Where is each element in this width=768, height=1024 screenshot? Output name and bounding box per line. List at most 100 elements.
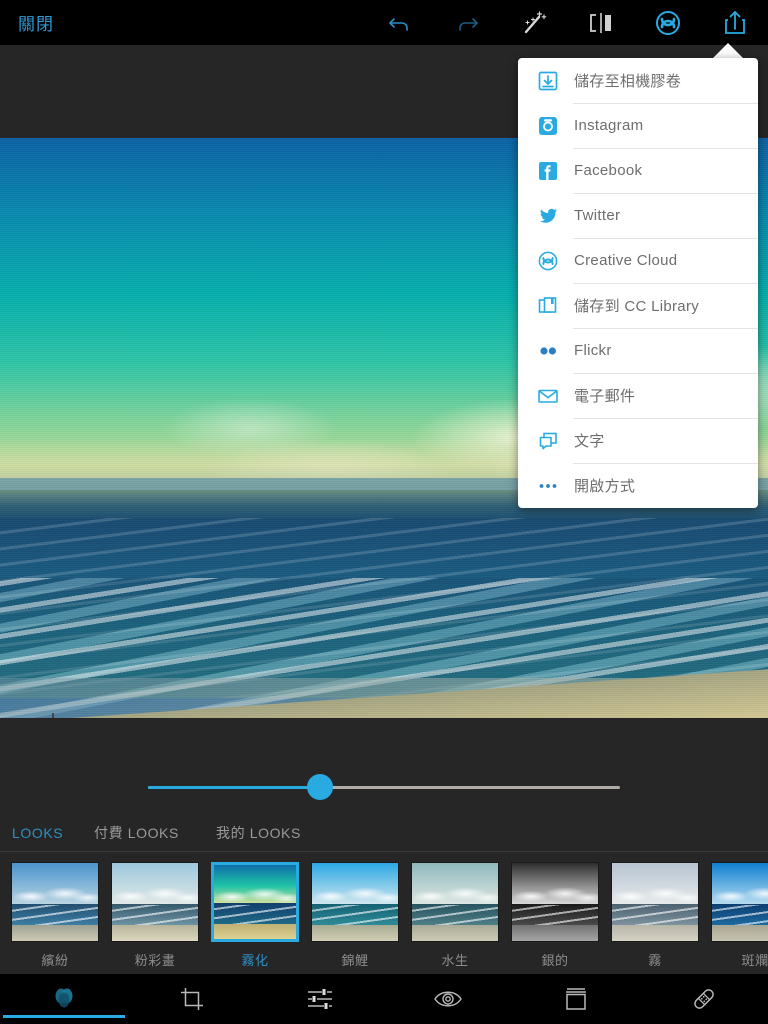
instagram-icon <box>536 114 574 138</box>
slider-area <box>0 718 768 816</box>
compare-button[interactable] <box>567 0 634 45</box>
menu-item-cc-library[interactable]: 儲存到 CC Library <box>518 283 758 328</box>
look-thumb-6[interactable]: 霧 <box>611 862 699 969</box>
facebook-icon <box>536 159 574 183</box>
look-foam <box>112 905 198 927</box>
undo-button[interactable] <box>366 0 433 45</box>
look-sand <box>12 925 98 941</box>
look-label: 水生 <box>441 953 469 968</box>
bottom-tab-looks[interactable] <box>0 974 128 1024</box>
cc-library-icon <box>536 294 574 318</box>
photo-editor-app: 關閉 儲存至相機膠卷 Instagram Facebook Twitter Cr… <box>0 0 768 1024</box>
share-icon <box>724 10 745 34</box>
creative-cloud-icon <box>536 249 574 273</box>
menu-item-facebook[interactable]: Facebook <box>518 148 758 193</box>
look-thumb-2[interactable]: 霧化 <box>211 862 299 969</box>
menu-item-save-to-camera-roll[interactable]: 儲存至相機膠卷 <box>518 58 758 103</box>
more-icon <box>536 474 574 498</box>
look-label: 霧化 <box>241 953 269 968</box>
menu-item-creative-cloud[interactable]: Creative Cloud <box>518 238 758 283</box>
look-clouds <box>712 886 768 906</box>
look-foam <box>312 905 398 927</box>
look-label: 斑斕 <box>741 953 768 968</box>
creative-cloud-icon <box>655 10 680 35</box>
menu-item-instagram[interactable]: Instagram <box>518 103 758 148</box>
eye-selective-icon <box>434 991 462 1007</box>
menu-item-message[interactable]: 文字 <box>518 418 758 463</box>
redo-icon <box>458 17 478 31</box>
look-sand <box>412 925 498 941</box>
creative-cloud-button[interactable] <box>634 0 701 45</box>
look-preview <box>611 862 699 942</box>
close-button[interactable]: 關閉 <box>12 0 60 45</box>
share-menu: 儲存至相機膠卷 Instagram Facebook Twitter Creat… <box>518 58 758 508</box>
look-clouds <box>512 886 598 906</box>
tab-looks[interactable]: LOOKS <box>12 816 63 849</box>
look-thumb-7[interactable]: 斑斕 <box>711 862 768 969</box>
twitter-icon <box>536 204 574 228</box>
bottom-tab-adjust[interactable] <box>256 974 384 1024</box>
frame-icon <box>566 988 586 1010</box>
bottom-tab-crop[interactable] <box>128 974 256 1024</box>
look-foam <box>512 905 598 927</box>
looks-tab-bar: LOOKS 付費 LOOKS 我的 LOOKS <box>0 816 768 849</box>
look-label: 粉彩畫 <box>134 953 176 968</box>
menu-item-label: Twitter <box>574 207 621 224</box>
heal-bandage-icon <box>694 989 714 1009</box>
look-thumb-4[interactable]: 水生 <box>411 862 499 969</box>
looks-icon <box>55 988 73 1008</box>
look-clouds <box>312 886 398 906</box>
look-label: 繽紛 <box>41 953 69 968</box>
look-thumb-3[interactable]: 錦鯉 <box>311 862 399 969</box>
look-thumb-5[interactable]: 銀的 <box>511 862 599 969</box>
intensity-slider-fill <box>148 786 320 789</box>
menu-item-flickr[interactable]: Flickr <box>518 328 758 373</box>
look-sand <box>214 924 296 939</box>
look-foam <box>712 905 768 927</box>
looks-thumbnail-strip[interactable]: 繽紛 粉彩畫 霧化 錦鯉 水生 銀的 霧 斑斕 <box>0 852 768 974</box>
bottom-toolbar <box>0 974 768 1024</box>
share-button[interactable] <box>701 0 768 45</box>
crop-icon <box>181 988 203 1010</box>
look-foam <box>12 905 98 927</box>
look-preview <box>411 862 499 942</box>
menu-item-open-with[interactable]: 開啟方式 <box>518 463 758 508</box>
menu-item-label: 儲存至相機膠卷 <box>574 73 682 90</box>
look-preview <box>511 862 599 942</box>
menu-item-label: 開啟方式 <box>574 478 636 495</box>
look-foam <box>612 905 698 927</box>
redo-button[interactable] <box>433 0 500 45</box>
look-preview <box>111 862 199 942</box>
menu-item-label: 電子郵件 <box>574 388 636 405</box>
tab-my-looks[interactable]: 我的 LOOKS <box>216 816 301 849</box>
look-foam <box>214 904 296 926</box>
look-sand <box>712 925 768 941</box>
magic-wand-icon <box>524 10 546 33</box>
intensity-slider-thumb[interactable] <box>307 774 333 800</box>
bottom-tab-selective[interactable] <box>384 974 512 1024</box>
look-clouds <box>12 886 98 906</box>
look-preview <box>211 862 299 942</box>
tab-paid-looks[interactable]: 付費 LOOKS <box>94 816 179 849</box>
look-thumb-0[interactable]: 繽紛 <box>11 862 99 969</box>
active-tab-indicator <box>3 1015 125 1018</box>
bottom-tab-frame[interactable] <box>512 974 640 1024</box>
look-clouds <box>112 886 198 906</box>
menu-item-email[interactable]: 電子郵件 <box>518 373 758 418</box>
look-label: 霧 <box>648 953 662 968</box>
look-label: 銀的 <box>541 953 569 968</box>
top-toolbar: 關閉 <box>0 0 768 45</box>
menu-item-label: Facebook <box>574 162 643 179</box>
look-clouds <box>214 887 296 905</box>
menu-item-twitter[interactable]: Twitter <box>518 193 758 238</box>
message-icon <box>536 429 574 453</box>
look-foam <box>412 905 498 927</box>
flickr-icon <box>536 339 574 363</box>
bottom-tab-heal[interactable] <box>640 974 768 1024</box>
top-toolbar-icons <box>366 0 768 45</box>
menu-item-label: Instagram <box>574 117 644 134</box>
auto-enhance-button[interactable] <box>500 0 567 45</box>
menu-item-label: Creative Cloud <box>574 252 678 269</box>
look-thumb-1[interactable]: 粉彩畫 <box>111 862 199 969</box>
look-sand <box>612 925 698 941</box>
